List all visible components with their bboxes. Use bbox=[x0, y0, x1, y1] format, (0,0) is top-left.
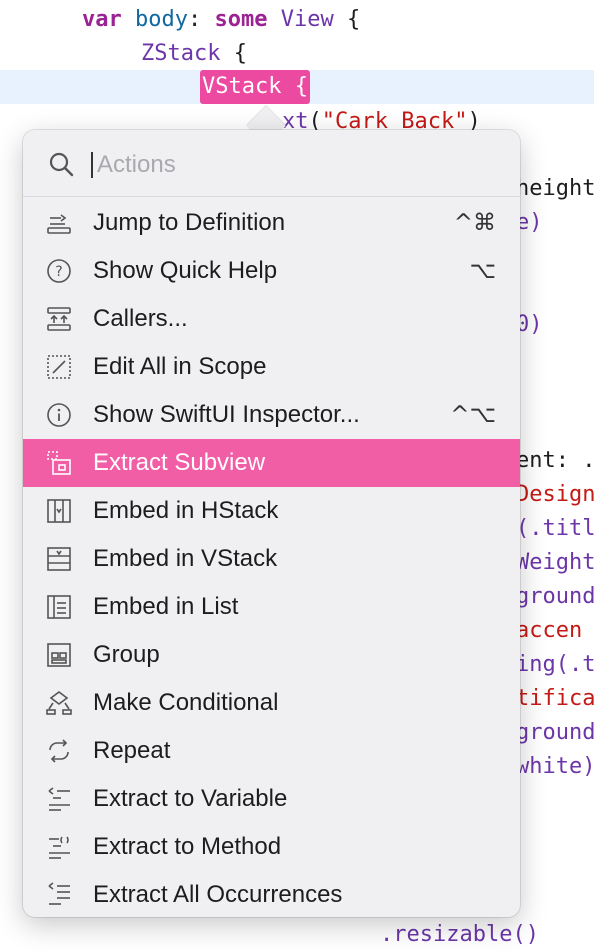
code-line-body: var body: some View { bbox=[82, 3, 360, 37]
menu-item-label: Embed in List bbox=[93, 593, 239, 620]
embed-hstack-icon bbox=[45, 497, 73, 525]
repeat-icon bbox=[45, 737, 73, 765]
menu-item-repeat[interactable]: Repeat bbox=[23, 727, 520, 775]
menu-item-callers[interactable]: Callers... bbox=[23, 295, 520, 343]
menu-item-group[interactable]: Group bbox=[23, 631, 520, 679]
menu-item-edit-all-in-scope[interactable]: Edit All in Scope bbox=[23, 343, 520, 391]
code-fragment: Weight bbox=[516, 550, 594, 575]
group-icon bbox=[45, 641, 73, 669]
code-fragment: ground bbox=[516, 720, 594, 745]
question-circle-icon: ? bbox=[45, 257, 73, 285]
shortcut-label: ^⌥ bbox=[450, 402, 496, 428]
svg-text:?: ? bbox=[55, 264, 62, 280]
shortcut-label: ⌥ bbox=[469, 258, 496, 284]
code-fragment: ing(.t bbox=[516, 652, 594, 677]
actions-search-input[interactable] bbox=[95, 146, 499, 184]
vstack-token-highlight[interactable]: VStack { bbox=[200, 70, 310, 104]
menu-item-extract-subview[interactable]: Extract Subview bbox=[23, 439, 520, 487]
embed-vstack-icon bbox=[45, 545, 73, 573]
magnifier-icon bbox=[47, 150, 75, 178]
code-fragment: white) bbox=[516, 754, 594, 779]
callers-icon bbox=[45, 305, 73, 333]
menu-item-show-swiftui-inspector[interactable]: Show SwiftUI Inspector... ^⌥ bbox=[23, 391, 520, 439]
identifier-body: body bbox=[135, 7, 188, 32]
type-zstack: ZStack bbox=[141, 41, 221, 66]
code-line-zstack: ZStack { bbox=[141, 37, 247, 71]
jump-definition-icon bbox=[45, 209, 73, 237]
menu-item-label: Show Quick Help bbox=[93, 257, 278, 284]
menu-item-show-quick-help[interactable]: ? Show Quick Help ⌥ bbox=[23, 247, 520, 295]
menu-item-label: Embed in HStack bbox=[93, 497, 279, 524]
menu-item-embed-in-vstack[interactable]: Embed in VStack bbox=[23, 535, 520, 583]
menu-item-label: Extract All Occurrences bbox=[93, 881, 343, 908]
menu-item-embed-in-list[interactable]: Embed in List bbox=[23, 583, 520, 631]
actions-list: Jump to Definition ^⌘ ? Show Quick Help … bbox=[23, 199, 520, 919]
brace: { bbox=[220, 41, 247, 66]
code-fragment: height bbox=[516, 176, 594, 201]
menu-item-label: Callers... bbox=[93, 305, 188, 332]
edit-scope-icon bbox=[45, 353, 73, 381]
menu-item-extract-all-occurrences[interactable]: Extract All Occurrences bbox=[23, 871, 520, 919]
menu-item-label: Edit All in Scope bbox=[93, 353, 267, 380]
code-fragment: Design bbox=[516, 482, 594, 507]
keyword-var: var bbox=[82, 7, 122, 32]
actions-popover: Jump to Definition ^⌘ ? Show Quick Help … bbox=[23, 130, 520, 917]
embed-list-icon bbox=[45, 593, 73, 621]
menu-item-label: Extract to Variable bbox=[93, 785, 288, 812]
code-line-resizable: .resizable() bbox=[380, 922, 539, 947]
menu-item-label: Show SwiftUI Inspector... bbox=[93, 401, 360, 428]
code-fragment: tifica bbox=[516, 686, 594, 711]
menu-item-label: Extract to Method bbox=[93, 833, 282, 860]
extract-method-icon bbox=[45, 833, 73, 861]
keyword-some: some bbox=[214, 7, 268, 32]
code-fragment: (.titl bbox=[516, 516, 594, 541]
menu-item-label: Embed in VStack bbox=[93, 545, 278, 572]
extract-variable-icon bbox=[45, 785, 73, 813]
code-fragment: ground bbox=[516, 584, 594, 609]
text-caret bbox=[91, 152, 93, 178]
brace: { bbox=[333, 7, 361, 32]
extract-occurrences-icon bbox=[45, 881, 73, 909]
menu-item-jump-to-definition[interactable]: Jump to Definition ^⌘ bbox=[23, 199, 520, 247]
divider bbox=[23, 196, 520, 197]
colon: : bbox=[187, 7, 202, 32]
code-fragment: ent: . bbox=[516, 448, 594, 473]
search-bar bbox=[23, 140, 520, 188]
shortcut-label: ^⌘ bbox=[453, 210, 496, 236]
code-fragment: accen bbox=[516, 618, 583, 643]
menu-item-label: Group bbox=[93, 641, 160, 668]
type-view: View bbox=[280, 7, 334, 32]
menu-item-embed-in-hstack[interactable]: Embed in HStack bbox=[23, 487, 520, 535]
menu-item-label: Jump to Definition bbox=[93, 209, 286, 236]
menu-item-extract-to-variable[interactable]: Extract to Variable bbox=[23, 775, 520, 823]
conditional-icon bbox=[45, 689, 73, 717]
info-circle-icon bbox=[45, 401, 73, 429]
menu-item-label: Make Conditional bbox=[93, 689, 279, 716]
menu-item-label: Extract Subview bbox=[93, 449, 266, 476]
menu-item-extract-to-method[interactable]: Extract to Method bbox=[23, 823, 520, 871]
extract-subview-icon bbox=[45, 449, 73, 477]
menu-item-make-conditional[interactable]: Make Conditional bbox=[23, 679, 520, 727]
menu-item-label: Repeat bbox=[93, 737, 171, 764]
